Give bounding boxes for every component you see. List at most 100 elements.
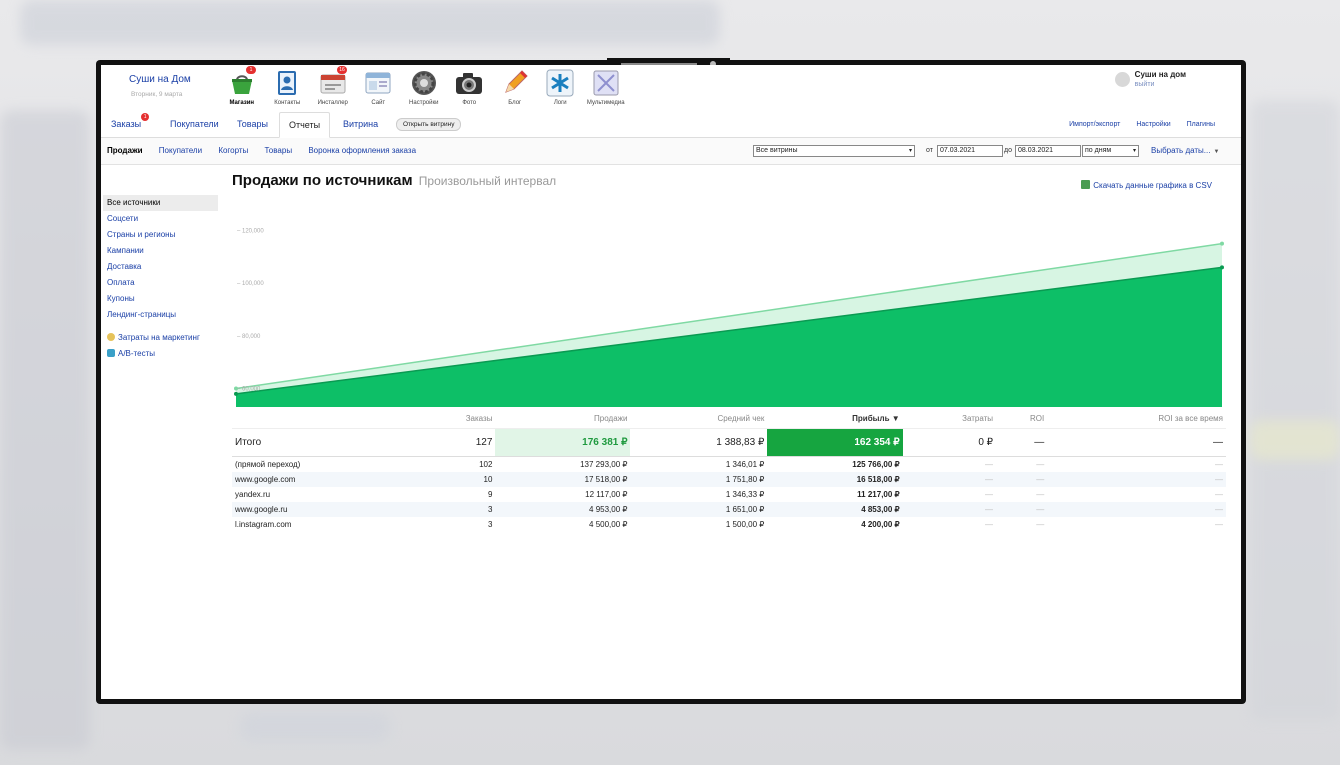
open-storefront-button[interactable]: Открыть витрину xyxy=(396,118,462,131)
table-header-row: Заказы Продажи Средний чек Прибыль ▼ Затраты… xyxy=(232,408,1226,429)
download-csv-link[interactable]: Скачать данные графика в CSV xyxy=(1081,180,1212,190)
brand-name[interactable]: Суши на Дом xyxy=(129,74,191,85)
pick-dates-link[interactable]: Выбрать даты... ▼ xyxy=(1151,145,1219,158)
tab-orders-label: Заказы xyxy=(111,119,142,129)
user-menu[interactable]: Суши на дом выйти xyxy=(1114,70,1186,88)
col-avg-check-cell: 1 500,00 ₽ xyxy=(725,520,765,529)
subnav-customers[interactable]: Покупатели xyxy=(159,146,202,155)
subnav-sales[interactable]: Продажи xyxy=(107,146,143,155)
sources-sidebar: Все источники Соцсети Страны и регионы К… xyxy=(103,195,218,362)
app-label: Фото xyxy=(462,100,477,106)
tab-orders[interactable]: Заказы 1 xyxy=(111,112,150,136)
plugins-link[interactable]: Плагины xyxy=(1187,121,1215,128)
col-profit-cell: 16 518,00 ₽ xyxy=(767,472,903,487)
tab-reports[interactable]: Отчеты xyxy=(279,112,331,138)
date-from-label: от xyxy=(926,147,933,154)
col-costs-header[interactable]: Затраты xyxy=(903,408,996,429)
subnav-products[interactable]: Товары xyxy=(265,146,293,155)
tab-storefront[interactable]: Витрина xyxy=(343,112,378,136)
app-settings[interactable]: Настройки xyxy=(401,69,447,106)
ab-test-icon xyxy=(107,349,115,357)
col-source-cell: www.google.com xyxy=(232,472,413,487)
sidebar-item-all-sources[interactable]: Все источники xyxy=(103,195,218,211)
table-row[interactable]: yandex.ru 9 12 117,00 ₽ 1 346,33 ₽ 11 217,00… xyxy=(232,487,1226,502)
y-tick-label: – 100,000 xyxy=(237,281,264,287)
total-col-sales: 176 381 ₽ xyxy=(495,428,631,457)
col-sales-header[interactable]: Продажи xyxy=(495,408,630,429)
tab-customers[interactable]: Покупатели xyxy=(170,112,219,136)
col-avg-check-header[interactable]: Средний чек xyxy=(630,408,767,429)
app-site[interactable]: Сайт xyxy=(356,69,402,106)
data-point[interactable] xyxy=(1220,265,1224,270)
sidebar-item-coupons[interactable]: Купоны xyxy=(103,291,218,307)
col-profit-header[interactable]: Прибыль ▼ xyxy=(767,408,902,429)
app-label: Логи xyxy=(553,100,567,106)
avatar[interactable] xyxy=(1114,72,1130,87)
brand[interactable]: Суши на Дом Вторник, 9 марта xyxy=(129,74,191,98)
period-select[interactable]: по дням ▾ xyxy=(1082,145,1139,157)
col-roi-all-cell: — xyxy=(1047,472,1226,487)
col-costs-cell: — xyxy=(902,502,997,517)
settings-link[interactable]: Настройки xyxy=(1136,121,1170,128)
sidebar-item-landings[interactable]: Лендинг-страницы xyxy=(103,307,218,323)
col-orders-cell: 3 xyxy=(412,502,496,517)
sidebar-item-payment[interactable]: Оплата xyxy=(103,275,218,291)
col-orders-cell: 3 xyxy=(487,520,493,529)
app-launcher: 1 Магазин Контакты 16 Инсталлер Сайт Нас… xyxy=(219,66,629,106)
app-blog[interactable]: Блог xyxy=(492,69,538,106)
sidebar-item-campaigns[interactable]: Кампании xyxy=(103,243,218,259)
date-to-input[interactable]: 08.03.2021 xyxy=(1015,145,1081,157)
sidebar-item-countries[interactable]: Страны и регионы xyxy=(103,227,218,243)
col-roi-all-cell: — xyxy=(1047,502,1226,517)
tabs-right: Импорт/экспорт Настройки Плагины xyxy=(1055,112,1215,137)
sidebar-item-marketing-costs[interactable]: Затраты на маркетинг xyxy=(103,330,218,346)
col-roi-header[interactable]: ROI xyxy=(996,408,1047,429)
table-row[interactable]: www.google.ru 3 4 953,00 ₽1 651,00 ₽4 853,… xyxy=(232,502,1226,517)
app-installer[interactable]: 16 Инсталлер xyxy=(310,66,356,106)
table-row[interactable]: l.instagram.com 3 4 500,00 ₽ 1 500,00 ₽ 4 20… xyxy=(232,517,1226,532)
col-source-cell: (прямой переход) xyxy=(235,460,301,469)
sidebar-item-delivery[interactable]: Доставка xyxy=(103,259,218,275)
col-roi-cell: — xyxy=(1036,490,1045,499)
sidebar-item-social[interactable]: Соцсети xyxy=(103,211,218,227)
col-orders-cell: 9 xyxy=(487,490,493,499)
app-logs[interactable]: Логи xyxy=(538,69,584,106)
subnav-cohorts[interactable]: Когорты xyxy=(218,146,248,155)
app-multimedia[interactable]: Мультимедиа xyxy=(583,69,629,106)
col-roi-all-cell: — xyxy=(1215,460,1223,469)
table-row[interactable]: (прямой переход) 102 137 293,00 ₽ 1 346,01 … xyxy=(232,457,1226,473)
col-costs-cell: — xyxy=(985,520,994,529)
app-label: Контакты xyxy=(274,100,301,106)
download-csv-label: Скачать данные графика в CSV xyxy=(1093,181,1212,190)
sources-table: Заказы Продажи Средний чек Прибыль ▼ Затраты… xyxy=(232,408,1226,532)
user-name[interactable]: Суши на дом xyxy=(1135,70,1186,79)
tab-products[interactable]: Товары xyxy=(237,112,268,136)
subnav-funnel[interactable]: Воронка оформления заказа xyxy=(308,146,416,155)
col-costs-cell: — xyxy=(985,490,994,499)
app-label: Инсталлер xyxy=(317,100,348,106)
col-avg-check-cell: 1 346,33 ₽ xyxy=(725,490,765,499)
app-photo[interactable]: Фото xyxy=(447,69,493,106)
import-export-link[interactable]: Импорт/экспорт xyxy=(1069,121,1120,128)
shop-badge: 1 xyxy=(246,66,256,74)
sales-chart: – 120,000 – 100,000 – 80,000 – 60,000 xyxy=(234,228,1224,407)
app-label: Мультимедиа xyxy=(586,100,625,106)
storefront-select[interactable]: Все витрины ▾ xyxy=(753,145,915,157)
total-col-source: Итого xyxy=(232,428,413,457)
col-orders-header[interactable]: Заказы xyxy=(413,408,496,429)
orders-badge: 1 xyxy=(141,113,150,121)
app-contacts[interactable]: Контакты xyxy=(265,69,311,106)
camera-icon xyxy=(455,69,483,97)
col-costs-cell: — xyxy=(902,472,997,487)
app-shop[interactable]: 1 Магазин xyxy=(219,66,265,106)
col-roi-all-cell: — xyxy=(1215,490,1223,499)
logout-link[interactable]: выйти xyxy=(1135,81,1186,88)
chevron-down-icon: ▾ xyxy=(908,148,912,154)
data-point[interactable] xyxy=(1220,241,1224,246)
date-from-input[interactable]: 07.03.2021 xyxy=(937,145,1003,157)
app-label: Магазин xyxy=(229,100,255,106)
table-row[interactable]: www.google.com 10 17 518,00 ₽1 751,80 ₽16 … xyxy=(232,472,1226,487)
device-frame: Суши на Дом Вторник, 9 марта 1 Магазин К… xyxy=(96,58,1246,704)
sidebar-item-ab-tests[interactable]: A/B-тесты xyxy=(103,346,218,362)
col-roi-all-header[interactable]: ROI за все время xyxy=(1047,408,1226,429)
